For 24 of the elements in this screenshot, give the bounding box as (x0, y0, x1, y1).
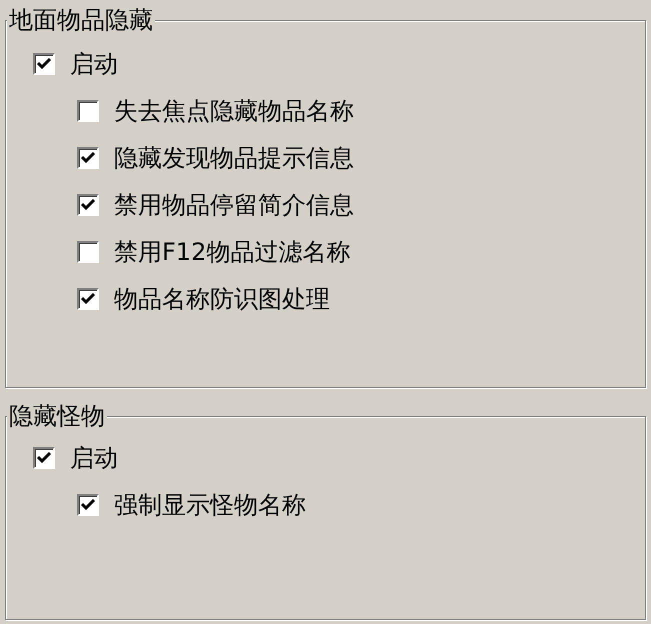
checkmark-icon (37, 452, 51, 464)
checkmark-icon (81, 152, 95, 164)
checkbox-label: 失去焦点隐藏物品名称 (114, 98, 354, 122)
checkmark-icon (81, 292, 95, 304)
checkbox[interactable] (77, 146, 99, 168)
checkbox[interactable] (77, 240, 99, 262)
checkbox-label: 禁用F12物品过滤名称 (114, 240, 350, 264)
checkbox[interactable] (33, 52, 55, 74)
checkbox[interactable] (77, 100, 99, 122)
checkbox-label: 强制显示怪物名称 (114, 492, 306, 516)
checkmark-icon (37, 58, 51, 70)
checkbox-label: 隐藏发现物品提示信息 (114, 146, 354, 170)
checkbox[interactable] (77, 194, 99, 216)
checkbox-label: 启动 (70, 52, 118, 76)
checkbox-label: 禁用物品停留简介信息 (114, 192, 354, 216)
checkbox[interactable] (33, 446, 55, 468)
checkbox[interactable] (77, 494, 99, 516)
checkbox-label: 启动 (70, 446, 118, 470)
group-title: 地面物品隐藏 (7, 6, 155, 34)
checkbox[interactable] (77, 288, 99, 310)
checkmark-icon (81, 498, 95, 510)
group-title: 隐藏怪物 (7, 402, 107, 430)
checkbox-label: 物品名称防识图处理 (114, 286, 330, 310)
checkmark-icon (81, 198, 95, 210)
